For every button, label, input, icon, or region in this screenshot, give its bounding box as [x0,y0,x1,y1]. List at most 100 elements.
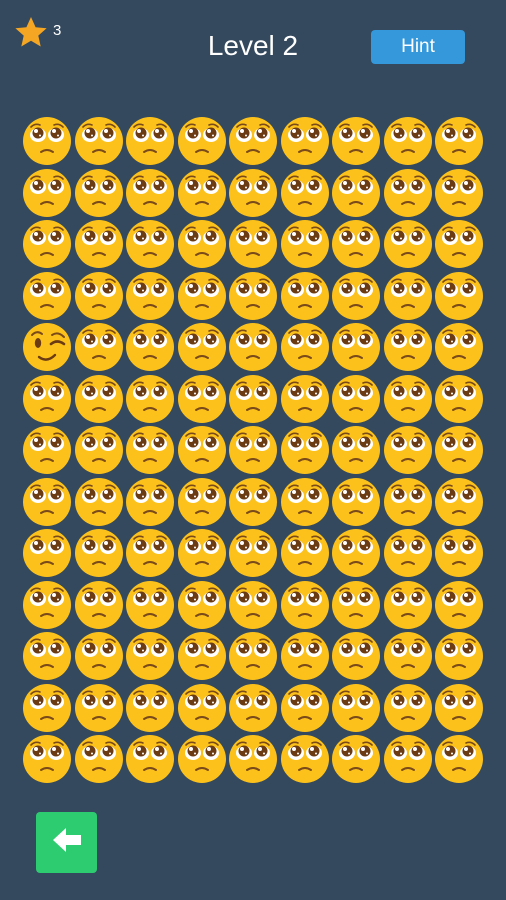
pleading-face-icon[interactable] [331,734,381,784]
pleading-face-icon[interactable] [331,322,381,372]
pleading-face-icon[interactable] [22,374,72,424]
pleading-face-icon[interactable] [228,219,278,269]
pleading-face-icon[interactable] [177,580,227,630]
pleading-face-icon[interactable] [434,168,484,218]
pleading-face-icon[interactable] [383,322,433,372]
pleading-face-icon[interactable] [383,631,433,681]
pleading-face-icon[interactable] [383,425,433,475]
pleading-face-icon[interactable] [22,631,72,681]
pleading-face-icon[interactable] [177,734,227,784]
pleading-face-icon[interactable] [434,425,484,475]
pleading-face-icon[interactable] [125,683,175,733]
pleading-face-icon[interactable] [228,322,278,372]
pleading-face-icon[interactable] [22,477,72,527]
pleading-face-icon[interactable] [228,477,278,527]
pleading-face-icon[interactable] [434,528,484,578]
pleading-face-icon[interactable] [125,477,175,527]
pleading-face-icon[interactable] [177,168,227,218]
pleading-face-icon[interactable] [74,425,124,475]
pleading-face-icon[interactable] [331,425,381,475]
pleading-face-icon[interactable] [74,116,124,166]
pleading-face-icon[interactable] [280,528,330,578]
pleading-face-icon[interactable] [228,168,278,218]
pleading-face-icon[interactable] [331,580,381,630]
pleading-face-icon[interactable] [125,168,175,218]
pleading-face-icon[interactable] [331,528,381,578]
pleading-face-icon[interactable] [228,734,278,784]
pleading-face-icon[interactable] [331,631,381,681]
pleading-face-icon[interactable] [22,168,72,218]
pleading-face-icon[interactable] [125,374,175,424]
pleading-face-icon[interactable] [280,168,330,218]
pleading-face-icon[interactable] [383,271,433,321]
pleading-face-icon[interactable] [74,271,124,321]
pleading-face-icon[interactable] [280,116,330,166]
pleading-face-icon[interactable] [434,631,484,681]
pleading-face-icon[interactable] [228,528,278,578]
pleading-face-icon[interactable] [125,116,175,166]
pleading-face-icon[interactable] [280,631,330,681]
winking-face-icon[interactable] [22,322,72,372]
pleading-face-icon[interactable] [22,425,72,475]
pleading-face-icon[interactable] [22,116,72,166]
pleading-face-icon[interactable] [383,116,433,166]
pleading-face-icon[interactable] [177,631,227,681]
pleading-face-icon[interactable] [331,683,381,733]
pleading-face-icon[interactable] [74,219,124,269]
pleading-face-icon[interactable] [280,734,330,784]
pleading-face-icon[interactable] [280,683,330,733]
pleading-face-icon[interactable] [74,168,124,218]
pleading-face-icon[interactable] [331,477,381,527]
pleading-face-icon[interactable] [74,477,124,527]
pleading-face-icon[interactable] [177,683,227,733]
pleading-face-icon[interactable] [280,580,330,630]
pleading-face-icon[interactable] [125,580,175,630]
pleading-face-icon[interactable] [434,580,484,630]
pleading-face-icon[interactable] [280,477,330,527]
pleading-face-icon[interactable] [177,116,227,166]
pleading-face-icon[interactable] [22,528,72,578]
pleading-face-icon[interactable] [228,374,278,424]
pleading-face-icon[interactable] [177,322,227,372]
pleading-face-icon[interactable] [383,168,433,218]
pleading-face-icon[interactable] [228,425,278,475]
pleading-face-icon[interactable] [125,631,175,681]
pleading-face-icon[interactable] [125,271,175,321]
pleading-face-icon[interactable] [125,528,175,578]
pleading-face-icon[interactable] [434,734,484,784]
pleading-face-icon[interactable] [22,219,72,269]
pleading-face-icon[interactable] [22,271,72,321]
pleading-face-icon[interactable] [434,322,484,372]
pleading-face-icon[interactable] [228,631,278,681]
pleading-face-icon[interactable] [125,425,175,475]
pleading-face-icon[interactable] [74,374,124,424]
pleading-face-icon[interactable] [434,374,484,424]
pleading-face-icon[interactable] [177,219,227,269]
pleading-face-icon[interactable] [331,219,381,269]
pleading-face-icon[interactable] [383,219,433,269]
pleading-face-icon[interactable] [383,580,433,630]
pleading-face-icon[interactable] [228,271,278,321]
pleading-face-icon[interactable] [434,477,484,527]
pleading-face-icon[interactable] [383,528,433,578]
pleading-face-icon[interactable] [177,374,227,424]
pleading-face-icon[interactable] [228,580,278,630]
pleading-face-icon[interactable] [434,271,484,321]
pleading-face-icon[interactable] [177,271,227,321]
pleading-face-icon[interactable] [331,271,381,321]
pleading-face-icon[interactable] [280,374,330,424]
pleading-face-icon[interactable] [280,219,330,269]
pleading-face-icon[interactable] [331,168,381,218]
pleading-face-icon[interactable] [74,528,124,578]
pleading-face-icon[interactable] [177,425,227,475]
pleading-face-icon[interactable] [74,580,124,630]
hint-button[interactable]: Hint [371,30,465,64]
pleading-face-icon[interactable] [177,477,227,527]
pleading-face-icon[interactable] [228,683,278,733]
pleading-face-icon[interactable] [383,683,433,733]
pleading-face-icon[interactable] [22,580,72,630]
pleading-face-icon[interactable] [383,734,433,784]
pleading-face-icon[interactable] [280,322,330,372]
pleading-face-icon[interactable] [74,631,124,681]
pleading-face-icon[interactable] [331,116,381,166]
